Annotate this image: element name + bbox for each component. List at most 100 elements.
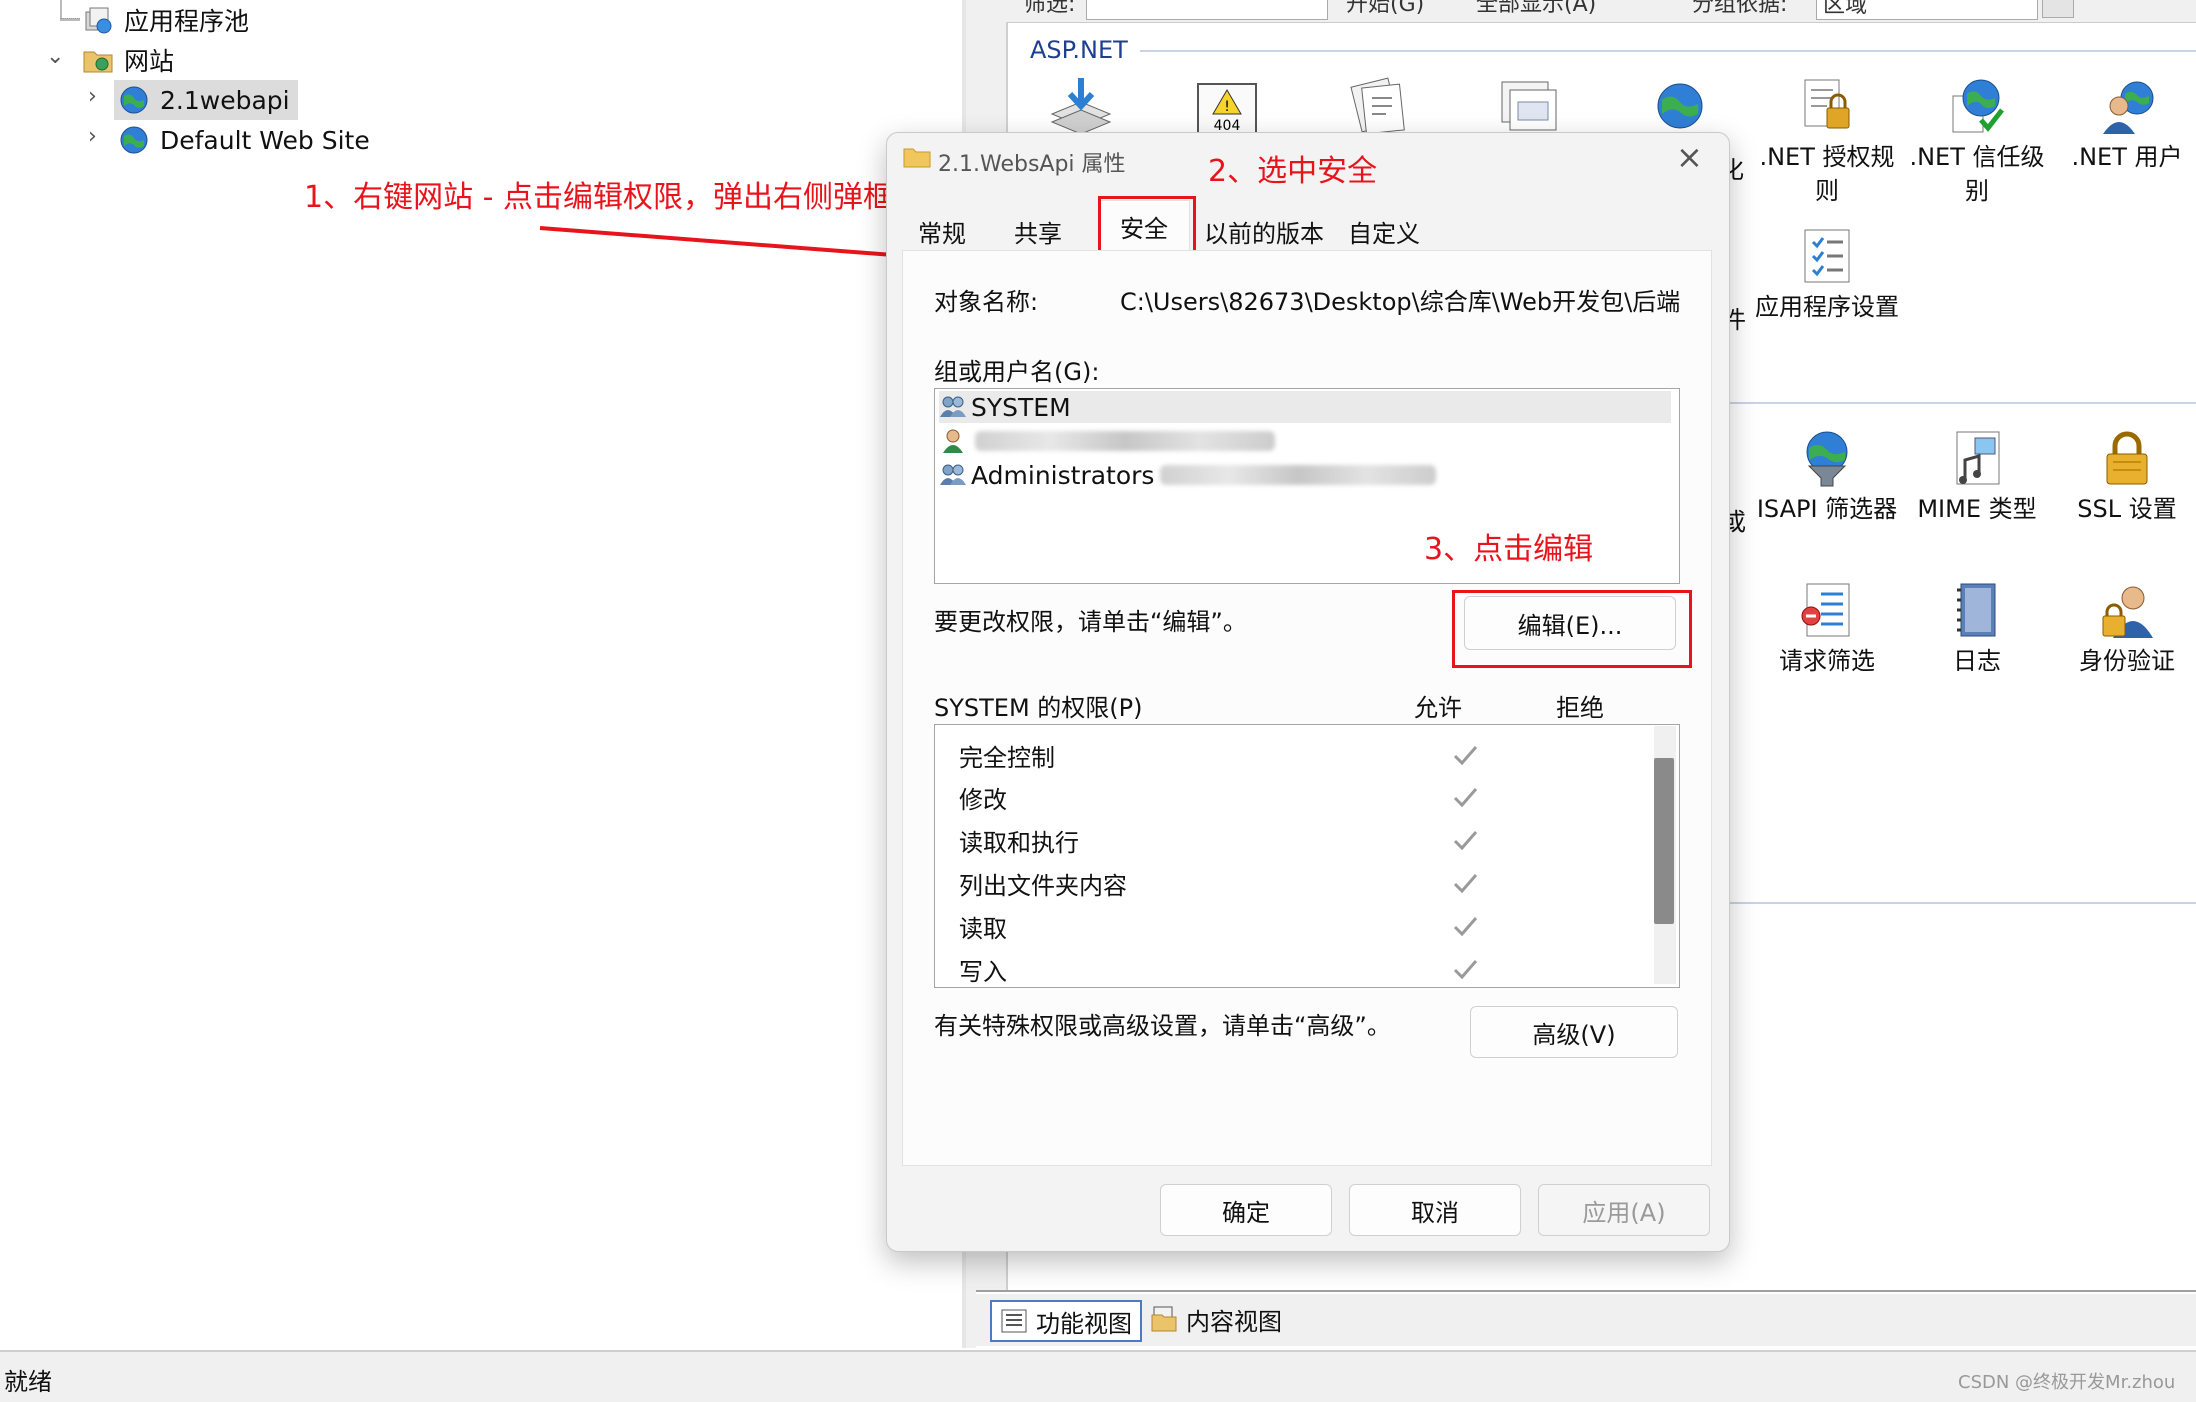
- install-stack-icon[interactable]: [1046, 74, 1116, 140]
- feature-label: MIME 类型: [1917, 495, 2037, 523]
- cancel-button[interactable]: 取消: [1349, 1184, 1521, 1236]
- check-icon: [1453, 874, 1478, 894]
- tree-line: [60, 0, 62, 20]
- tree-line: [60, 18, 80, 21]
- deny-column-header: 拒绝: [1556, 694, 1604, 722]
- users-group-icon: [940, 464, 966, 485]
- folder-icon: [903, 148, 931, 168]
- annotation-step-1: 1、右键网站 - 点击编辑权限，弹出右侧弹框: [304, 180, 893, 215]
- annotation-highlight-tab: [1098, 196, 1196, 258]
- output-cache-icon[interactable]: [1496, 76, 1562, 136]
- content-view-icon: [1151, 1306, 1177, 1332]
- permission-row: 写入: [959, 949, 1659, 987]
- redacted-text: [1160, 465, 1437, 485]
- section-divider: [1728, 402, 2196, 404]
- feature-mime-types[interactable]: MIME 类型: [1902, 428, 2052, 526]
- feature-label: ISAPI 筛选器: [1756, 495, 1898, 523]
- feature-isapi-filters[interactable]: ISAPI 筛选器: [1752, 428, 1902, 526]
- feature-label: 身份验证: [2079, 647, 2175, 675]
- globe-check-icon: [1952, 79, 2004, 133]
- chevron-right-icon[interactable]: ›: [88, 124, 97, 149]
- features-view-icon: [1001, 1309, 1027, 1333]
- close-icon[interactable]: ×: [1676, 138, 1703, 176]
- user-name: SYSTEM: [971, 392, 1071, 422]
- annotation-highlight-edit: [1452, 590, 1692, 668]
- tab-general[interactable]: 常规: [918, 212, 966, 250]
- ok-button[interactable]: 确定: [1160, 1184, 1332, 1236]
- feature-request-filtering[interactable]: 请求筛选: [1752, 580, 1902, 678]
- object-name-label: 对象名称:: [934, 288, 1039, 316]
- tree-item-default-site[interactable]: Default Web Site: [118, 120, 370, 160]
- annotation-step-3: 3、点击编辑: [1424, 532, 1594, 567]
- feature-ssl-settings[interactable]: SSL 设置: [2052, 428, 2196, 526]
- feature-label: SSL 设置: [2077, 495, 2177, 523]
- notebook-icon: [1957, 583, 1996, 637]
- filter-input[interactable]: [1086, 0, 1328, 20]
- status-bar: [0, 1350, 2196, 1402]
- tab-customize[interactable]: 自定义: [1348, 212, 1420, 250]
- globe-icon: [120, 86, 148, 114]
- feature-net-users[interactable]: .NET 用户: [2052, 76, 2196, 174]
- padlock-icon: [2106, 431, 2148, 485]
- tab-sharing[interactable]: 共享: [1014, 212, 1062, 250]
- go-button[interactable]: 开始(G): [1346, 0, 1424, 18]
- section-header-aspnet: ASP.NET: [1030, 36, 1128, 64]
- chevron-down-icon[interactable]: ⌄: [46, 44, 64, 69]
- tree-item-app-pools[interactable]: 应用程序池: [82, 0, 249, 40]
- feature-net-authorization[interactable]: .NET 授权规则: [1752, 76, 1902, 208]
- media-doc-icon: [1956, 431, 2000, 485]
- list-doc-icon: [1804, 229, 1850, 283]
- advanced-button[interactable]: 高级(V): [1470, 1006, 1678, 1058]
- filter-toolbar: 筛选: 开始(G) 全部显示(A) 分组依据: 区域: [1006, 0, 2196, 23]
- permission-list[interactable]: 完全控制 修改 读取和执行 列出文件夹内容 读取 写入: [934, 724, 1680, 988]
- feature-app-settings[interactable]: 应用程序设置: [1752, 226, 1902, 324]
- tree-item-site-webapi[interactable]: 2.1webapi: [114, 80, 298, 120]
- view-toggle-icon[interactable]: [2042, 0, 2074, 18]
- list-item[interactable]: SYSTEM: [939, 391, 1671, 423]
- list-item[interactable]: Administrators: [939, 459, 1437, 491]
- users-globe-icon: [2103, 81, 2154, 134]
- object-name-value: C:\Users\82673\Desktop\综合库\Web开发包\后端: [1120, 288, 1680, 316]
- tree-item-sites[interactable]: 网站: [82, 40, 174, 80]
- users-group-icon: [940, 396, 966, 417]
- dialog-title: 2.1.WebsApi 属性: [938, 152, 1126, 177]
- features-view-tab[interactable]: 功能视图: [990, 1300, 1142, 1342]
- funnel-globe-icon: [1806, 431, 1848, 487]
- check-icon: [1453, 917, 1478, 937]
- permission-row: 完全控制: [959, 735, 1659, 775]
- feature-label: .NET 授权规则: [1759, 143, 1895, 205]
- tree-item-label: 应用程序池: [124, 7, 250, 36]
- view-switcher: 功能视图 内容视图: [976, 1294, 2196, 1346]
- feature-label: .NET 信任级别: [1909, 143, 2045, 205]
- permission-row: 读取和执行: [959, 820, 1659, 860]
- chevron-right-icon[interactable]: ›: [88, 84, 97, 109]
- user-lock-icon: [2102, 586, 2153, 638]
- feature-label: 请求筛选: [1779, 647, 1875, 675]
- filter-doc-icon: [1801, 583, 1850, 637]
- error-page-404-icon[interactable]: ! 404: [1196, 80, 1258, 136]
- feature-label: 应用程序设置: [1755, 293, 1899, 321]
- permission-scrollbar-thumb[interactable]: [1654, 758, 1674, 924]
- permission-row: 修改: [959, 777, 1659, 817]
- check-icon: [1453, 788, 1478, 808]
- status-text: 就绪: [4, 1368, 52, 1396]
- feature-net-trust-levels[interactable]: .NET 信任级别: [1902, 76, 2052, 208]
- list-item[interactable]: [939, 425, 1275, 457]
- view-tab-label: 功能视图: [1036, 1309, 1132, 1338]
- globe-icon[interactable]: [1650, 78, 1710, 138]
- handler-docs-icon[interactable]: [1346, 76, 1412, 136]
- user-name: Administrators: [971, 460, 1155, 490]
- group-by-select[interactable]: 区域: [1816, 0, 2038, 20]
- feature-label: .NET 用户: [2071, 143, 2183, 171]
- svg-text:!: !: [1224, 99, 1230, 115]
- check-icon: [1453, 831, 1478, 851]
- permission-row: 列出文件夹内容: [959, 863, 1659, 903]
- feature-authentication[interactable]: 身份验证: [2052, 580, 2196, 678]
- content-view-tab[interactable]: 内容视图: [1142, 1300, 1290, 1338]
- feature-logging[interactable]: 日志: [1902, 580, 2052, 678]
- apply-button[interactable]: 应用(A): [1538, 1184, 1710, 1236]
- tab-previous-versions[interactable]: 以前的版本: [1204, 212, 1324, 250]
- show-all-button[interactable]: 全部显示(A): [1476, 0, 1596, 18]
- redacted-text: [975, 431, 1275, 451]
- feature-label: 日志: [1953, 647, 2001, 675]
